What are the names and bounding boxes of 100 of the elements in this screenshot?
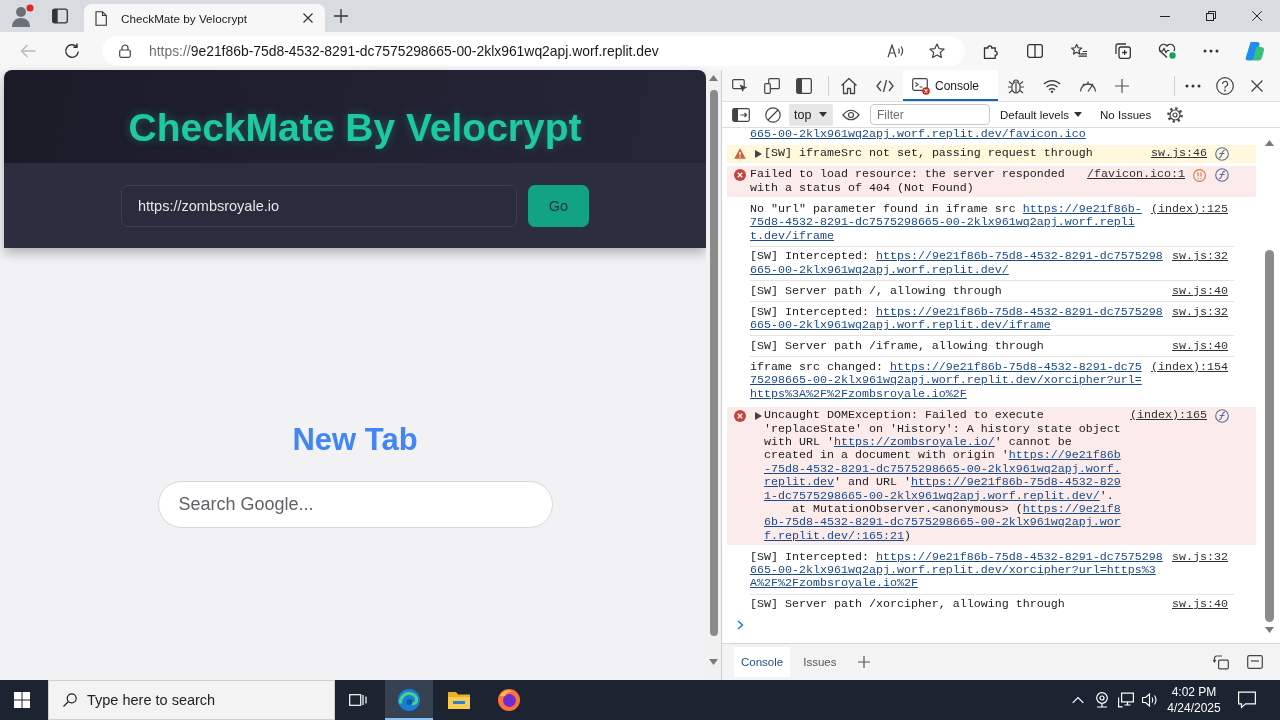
taskbar-search-field[interactable]: Type here to search	[48, 680, 335, 720]
console-message: No "url" parameter found in iframe src https://9e21f86b-75d8-4532-8291-dc7575298665-00-2klx961wq2apj.worf.replit.dev/iframe	[750, 202, 1143, 243]
console-message: [SW] Server path /iframe, allowing through	[750, 339, 1045, 354]
url-field[interactable]: https://zombsroyale.io	[121, 184, 517, 227]
alert-circle-icon[interactable]	[1193, 168, 1206, 182]
address-bar[interactable]: https://9e21f86b-75d8-4532-8291-dc7575298665-00-2klx961wq2apj.worf.replit.dev	[102, 36, 965, 66]
new-tab-icon[interactable]	[334, 9, 348, 23]
flame-globe-icon[interactable]	[497, 688, 521, 712]
error-icon	[734, 169, 746, 182]
expand-arrow-icon[interactable]	[755, 411, 762, 420]
restore-icon[interactable]	[1206, 11, 1216, 21]
caret-icon	[1074, 112, 1083, 117]
go-button[interactable]: Go	[528, 184, 589, 227]
caret-icon	[819, 112, 827, 117]
scroll-up-icon[interactable]	[1264, 140, 1274, 146]
search-field[interactable]: Search Google...	[157, 481, 553, 528]
source-link[interactable]: (index):125	[1151, 202, 1228, 217]
plus-icon[interactable]	[1115, 78, 1129, 93]
console-message: [SW] Intercepted: https://9e21f86b-75d8-4532-8291-dc7575298665-00-2klx961wq2apj.worf.replit.dev/iframe	[750, 305, 1164, 333]
insight-icon[interactable]	[1215, 168, 1229, 183]
speaker-icon[interactable]	[1142, 692, 1158, 708]
insight-icon[interactable]	[1215, 147, 1229, 162]
drawer-tab[interactable]: Issues	[796, 647, 844, 677]
close-icon[interactable]	[303, 13, 313, 23]
more-icon[interactable]	[1185, 83, 1201, 88]
console-message: Failed to load resource: the server responded with a status of 404 (Not Found)	[750, 168, 1066, 196]
source-link[interactable]: sw.js:32	[1172, 305, 1228, 320]
warning-icon	[734, 148, 746, 160]
console-message: iframe src changed: https://9e21f86b-75d8-4532-8291-dc7575298665-00-2klx961wq2apj.worf.replit.dev/xorcipher?url=https%3A%2F%2Fzombsroyale.io%2F	[750, 360, 1143, 402]
site-title: CheckMate By Velocrypt	[128, 107, 582, 150]
stacked-plus-icon[interactable]	[1115, 43, 1131, 59]
slashed-circle-icon[interactable]	[765, 106, 781, 123]
chevron-up-icon[interactable]	[1072, 694, 1084, 706]
console-message: [SW] Intercepted: https://9e21f86b-75d8-4532-8291-dc7575298665-00-2klx961wq2apj.worf.replit.dev/	[750, 250, 1164, 278]
home-icon[interactable]	[840, 76, 858, 95]
new-tab-heading: New Tab	[292, 423, 418, 457]
insight-icon[interactable]	[1215, 409, 1229, 424]
profile-icon[interactable]	[10, 4, 34, 28]
page-icon	[95, 10, 107, 26]
heart-pulse-icon[interactable]	[1158, 42, 1176, 60]
prompt-chevron-icon	[737, 619, 744, 630]
star-list-icon[interactable]	[1071, 43, 1087, 59]
bug-icon[interactable]	[1007, 76, 1025, 95]
gradient-logo-icon[interactable]	[1245, 41, 1265, 61]
issues-button[interactable]: No Issues	[1100, 103, 1152, 126]
clock-date: 4/24/2025	[1167, 700, 1221, 716]
browser-swirl-icon[interactable]	[397, 688, 421, 712]
source-link[interactable]: sw.js:40	[1172, 339, 1228, 354]
context-dropdown[interactable]: top	[789, 103, 833, 126]
expand-arrow-icon[interactable]	[755, 150, 762, 159]
scrollbar-thumb[interactable]	[709, 90, 718, 636]
lock-icon[interactable]	[119, 44, 131, 58]
settings-icon[interactable]	[1166, 105, 1185, 124]
source-link[interactable]: sw.js:46	[1151, 147, 1207, 161]
tab-actions-icon[interactable]	[52, 8, 68, 24]
levels-dropdown[interactable]: Default levels	[1000, 103, 1083, 126]
star-icon[interactable]	[929, 43, 945, 59]
source-link[interactable]: sw.js:40	[1172, 284, 1228, 299]
window-icon[interactable]	[1247, 654, 1263, 670]
plus-icon[interactable]	[858, 656, 871, 668]
console-message: [SW] iframeSrc not set, passing request through	[764, 147, 1094, 161]
scroll-up-icon[interactable]	[709, 75, 718, 81]
source-link[interactable]: (index):165	[1130, 409, 1207, 423]
console-message: [SW] Server path /, allowing through	[750, 284, 1003, 299]
dock-icon[interactable]	[796, 77, 812, 94]
console-error-icon[interactable]	[912, 76, 930, 95]
start-icon[interactable]	[14, 692, 30, 708]
refresh-icon[interactable]	[64, 43, 80, 59]
arrow-box-icon[interactable]	[1213, 654, 1229, 670]
source-link[interactable]: sw.js:40	[1172, 598, 1228, 612]
scroll-down-icon[interactable]	[709, 659, 718, 665]
close-icon[interactable]	[1252, 11, 1262, 21]
chat-bubble-icon[interactable]	[1238, 691, 1256, 709]
monitor-icon[interactable]	[1118, 692, 1134, 708]
scrollbar-thumb[interactable]	[1264, 250, 1274, 622]
panel-tab[interactable]: Console	[903, 70, 998, 101]
split-view-icon[interactable]	[1027, 43, 1043, 59]
minimize-icon[interactable]	[1160, 15, 1170, 17]
inspect-icon[interactable]	[732, 77, 748, 94]
more-icon[interactable]	[1203, 49, 1219, 53]
drawer-tab[interactable]: Console	[734, 647, 791, 677]
device-icon[interactable]	[764, 77, 780, 94]
scroll-down-icon[interactable]	[1264, 627, 1274, 633]
source-link[interactable]: (index):154	[1151, 360, 1228, 375]
puzzle-icon[interactable]	[983, 43, 999, 59]
clock-time: 4:02 PM	[1171, 684, 1217, 700]
task-view-icon[interactable]	[349, 691, 367, 709]
console-message: 665-00-2klx961wq2apj.worf.replit.dev/favicon.ico	[750, 128, 1087, 142]
close-icon[interactable]	[1251, 79, 1263, 92]
console-message: Uncaught DOMException: Failed to execute 'replaceState' on 'History': A history state object with URL 'https://zombsroyale.io/' cannot be created in a document with origin 'https://9e21f86b-75d8-4532-8291-dc7575298665-00-2klx961wq2apj.worf.replit.dev' and URL 'https://9e21f86b-75d8-4532-8291-dc7575298665-00-2klx961wq2apj.worf.replit.dev/'. at MutationObserver.<anonymous> (https://9e21f86b-75d8-4532-8291-dc7575298665-00-2klx961wq2apj.worf.replit.dev/:165:21)	[764, 409, 1122, 544]
filter-field[interactable]: Filter	[870, 104, 990, 125]
source-link[interactable]: sw.js:32	[1172, 250, 1228, 264]
console-message: [SW] Intercepted: https://9e21f86b-75d8-4532-8291-dc7575298665-00-2klx961wq2apj.worf.replit.dev/xorcipher?url=https%3A%2F%2Fzombsroyale.io%2F	[750, 550, 1164, 591]
source-link[interactable]: /favicon.ico:1	[1087, 168, 1185, 182]
browser-tab[interactable]: CheckMate by Velocrypt	[84, 4, 325, 32]
help-icon[interactable]	[1216, 76, 1234, 95]
taskbar-app-button[interactable]	[385, 680, 433, 720]
camera-icon[interactable]	[1094, 692, 1110, 708]
source-link[interactable]: sw.js:32	[1172, 550, 1228, 565]
read-aloud-icon[interactable]	[887, 44, 905, 58]
